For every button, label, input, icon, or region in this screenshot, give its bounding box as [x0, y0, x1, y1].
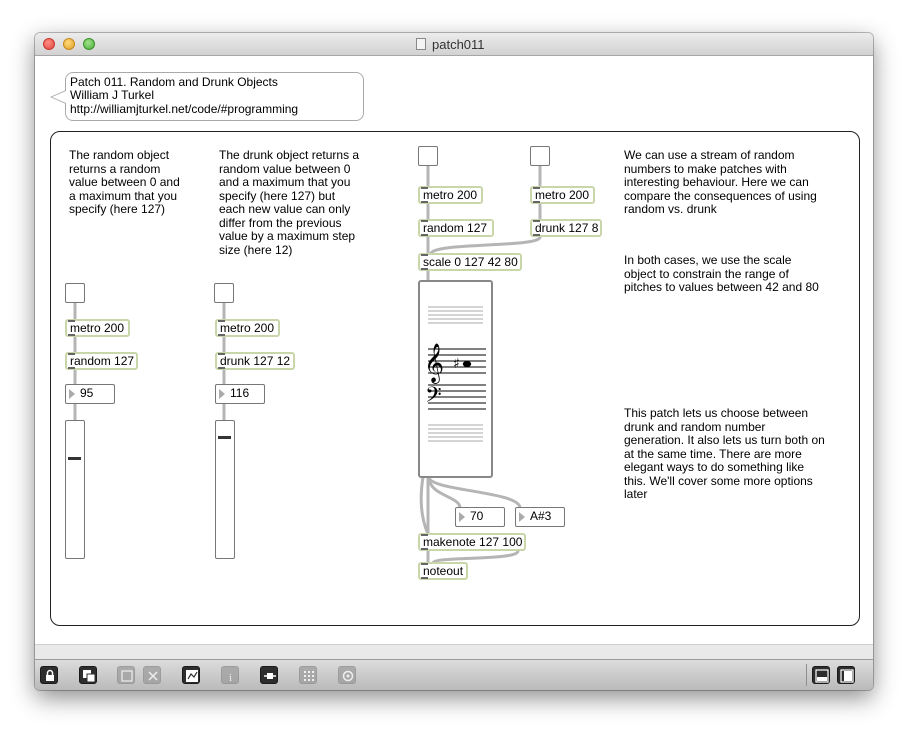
number-arrow-icon: [219, 389, 225, 399]
random-toggle[interactable]: [65, 283, 85, 303]
number-arrow-icon: [519, 512, 525, 522]
zoom-button[interactable]: [83, 38, 95, 50]
drunk-description: The drunk object returns a random value …: [219, 148, 360, 257]
split-view-icon[interactable]: [812, 666, 830, 684]
drunk-branch-object[interactable]: drunk 127 8: [530, 219, 602, 237]
lock-icon[interactable]: [40, 666, 58, 684]
random-description: The random object returns a random value…: [69, 148, 180, 216]
treble-clef-icon: 𝄞: [424, 343, 444, 384]
title-bar: patch011: [35, 33, 873, 56]
sharp-icon: ♯: [453, 356, 460, 372]
music-staff: 𝄞 𝄢 ♯: [424, 306, 486, 442]
makenote-object[interactable]: makenote 127 100: [418, 533, 526, 551]
presentation-icon[interactable]: [79, 666, 97, 684]
patcher-canvas[interactable]: Patch 011. Random and Drunk Objects Will…: [35, 56, 873, 644]
random-slider[interactable]: [65, 420, 85, 559]
random-slider-knob[interactable]: [68, 456, 81, 460]
info-icon[interactable]: i: [221, 666, 239, 684]
patcher-window: patch011 Patch 011. Random and Drunk Obj…: [35, 33, 873, 690]
random-number-box[interactable]: 95: [65, 384, 115, 404]
delete-icon[interactable]: [143, 666, 161, 684]
window-title: patch011: [432, 37, 485, 52]
svg-text:i: i: [229, 672, 232, 683]
note-head-icon: [462, 361, 472, 367]
random-branch-metro[interactable]: metro 200: [418, 186, 483, 204]
inspector-icon[interactable]: [182, 666, 200, 684]
random-branch-object[interactable]: random 127: [418, 219, 494, 237]
choose-description: This patch lets us choose between drunk …: [624, 406, 825, 501]
drunk-toggle[interactable]: [214, 283, 234, 303]
random-object[interactable]: random 127: [65, 352, 138, 370]
drunk-metro-object[interactable]: metro 200: [215, 319, 280, 337]
noteout-object[interactable]: noteout: [418, 562, 468, 580]
close-button[interactable]: [43, 38, 55, 50]
number-arrow-icon: [69, 389, 75, 399]
settings-icon[interactable]: [338, 666, 356, 684]
drunk-branch-metro[interactable]: metro 200: [530, 186, 595, 204]
clipboard-icon[interactable]: [117, 666, 135, 684]
minimize-button[interactable]: [63, 38, 75, 50]
drunk-slider-knob[interactable]: [218, 435, 231, 439]
note-name-box[interactable]: A#3: [515, 507, 565, 527]
note-number-box[interactable]: 70: [455, 507, 505, 527]
note-name-value: A#3: [530, 509, 552, 523]
single-view-icon[interactable]: [837, 666, 855, 684]
note-staff-display[interactable]: 𝄞 𝄢 ♯: [418, 280, 493, 478]
stream-description: We can use a stream of random numbers to…: [624, 148, 817, 216]
grid-icon[interactable]: [299, 666, 317, 684]
drunk-object[interactable]: drunk 127 12: [215, 352, 295, 370]
horizontal-scrollbar[interactable]: [35, 644, 873, 659]
scale-description: In both cases, we use the scale object t…: [624, 253, 819, 294]
document-icon: [416, 38, 426, 50]
scale-object[interactable]: scale 0 127 42 80: [418, 253, 522, 271]
toolbar-separator: [806, 664, 807, 686]
number-arrow-icon: [459, 512, 465, 522]
bottom-toolbar: i: [35, 659, 873, 690]
object-icon[interactable]: [260, 666, 278, 684]
drunk-number-box[interactable]: 116: [215, 384, 265, 404]
drunk-branch-toggle[interactable]: [530, 146, 550, 166]
bass-clef-icon: 𝄢: [425, 383, 442, 413]
drunk-slider[interactable]: [215, 420, 235, 559]
random-branch-toggle[interactable]: [418, 146, 438, 166]
random-number-value: 95: [80, 386, 94, 400]
random-metro-object[interactable]: metro 200: [65, 319, 130, 337]
note-number-value: 70: [470, 509, 484, 523]
drunk-number-value: 116: [230, 386, 250, 400]
